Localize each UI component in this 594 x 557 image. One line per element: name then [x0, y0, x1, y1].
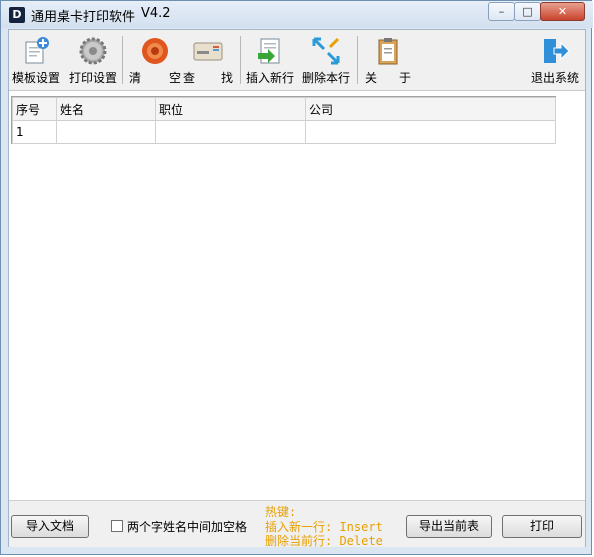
window-title: 通用桌卡打印软件: [31, 10, 136, 25]
find-label-b: 找: [220, 71, 233, 85]
close-icon: ✕: [557, 5, 568, 18]
exit-icon: [544, 39, 570, 63]
insert-row-icon: [258, 38, 280, 64]
about-label-b: 于: [398, 71, 411, 85]
minimize-button[interactable]: –: [488, 2, 515, 21]
exit-button[interactable]: 退出系统: [527, 32, 583, 88]
about-label: 关于: [361, 69, 415, 86]
bottom-bar: 导入文档 两个字姓名中间加空格 热键: 插入新一行: Insert 删除当前行:…: [9, 500, 585, 548]
cell-index[interactable]: 1: [12, 120, 57, 144]
clipboard-icon: [378, 38, 398, 65]
import-document-button[interactable]: 导入文档: [11, 515, 89, 538]
print-settings-label: 打印设置: [68, 71, 117, 85]
maximize-icon: □: [522, 5, 533, 18]
print-button[interactable]: 打印: [502, 515, 582, 538]
clear-button[interactable]: 清空: [125, 32, 185, 88]
template-settings-label: 模板设置: [11, 71, 60, 85]
exit-label: 退出系统: [530, 71, 579, 85]
window-version: V4.2: [141, 6, 171, 21]
cell-name[interactable]: [56, 120, 156, 144]
gear-icon: [79, 37, 107, 65]
toolbar-separator: [357, 36, 358, 84]
space-name-checkbox[interactable]: [111, 520, 123, 532]
print-settings-button[interactable]: 打印设置: [66, 32, 120, 88]
close-button[interactable]: ✕: [540, 2, 585, 21]
insert-row-button[interactable]: 插入新行: [243, 32, 297, 88]
title-bar[interactable]: D 通用桌卡打印软件 V4.2 – □ ✕: [1, 1, 593, 28]
data-grid: 序号 姓名 职位 公司 1: [11, 96, 556, 144]
data-table: 序号 姓名 职位 公司 1: [12, 97, 556, 144]
header-name[interactable]: 姓名: [56, 97, 156, 121]
toolbar-separator: [122, 36, 123, 84]
template-settings-button[interactable]: 模板设置: [9, 32, 63, 88]
toolbar-separator: [240, 36, 241, 84]
app-logo-icon: D: [9, 7, 25, 23]
maximize-button[interactable]: □: [514, 2, 541, 21]
find-label-a: 查: [183, 71, 196, 85]
delete-row-icon: [312, 37, 340, 65]
hotkey-delete: 删除当前行: Delete: [265, 534, 383, 548]
header-index[interactable]: 序号: [12, 97, 57, 121]
cell-position[interactable]: [155, 120, 306, 144]
delete-row-button[interactable]: 删除本行: [299, 32, 353, 88]
clear-icon: [142, 38, 168, 64]
toolbar: 模板设置 打印设置 清空 查 找 插入新行 删除本行 关 于 退出系统: [9, 30, 585, 91]
table-header-row: 序号 姓名 职位 公司: [12, 97, 556, 121]
find-button[interactable]: 查找: [179, 32, 237, 88]
space-name-checkbox-label: 两个字姓名中间加空格: [127, 520, 248, 534]
template-icon: [25, 37, 49, 64]
clear-label: 清空: [125, 69, 185, 86]
minimize-icon: –: [498, 5, 505, 18]
card-icon: [193, 42, 223, 61]
app-window: D 通用桌卡打印软件 V4.2 – □ ✕ 模板设置 打印设置 清 空 查 找 …: [0, 0, 593, 555]
find-label: 查找: [179, 69, 237, 86]
insert-row-label: 插入新行: [245, 71, 294, 85]
header-company[interactable]: 公司: [305, 97, 556, 121]
clear-label-a: 清: [129, 71, 142, 85]
client-area: 模板设置 打印设置 清空 查 找 插入新行 删除本行 关 于 退出系统 序号 姓…: [8, 29, 586, 548]
about-label-a: 关: [365, 71, 378, 85]
delete-row-label: 删除本行: [301, 71, 350, 85]
export-table-button[interactable]: 导出当前表: [406, 515, 492, 538]
table-row[interactable]: 1: [12, 120, 556, 144]
cell-company[interactable]: [305, 120, 556, 144]
header-position[interactable]: 职位: [155, 97, 306, 121]
about-button[interactable]: 关于: [361, 32, 415, 88]
